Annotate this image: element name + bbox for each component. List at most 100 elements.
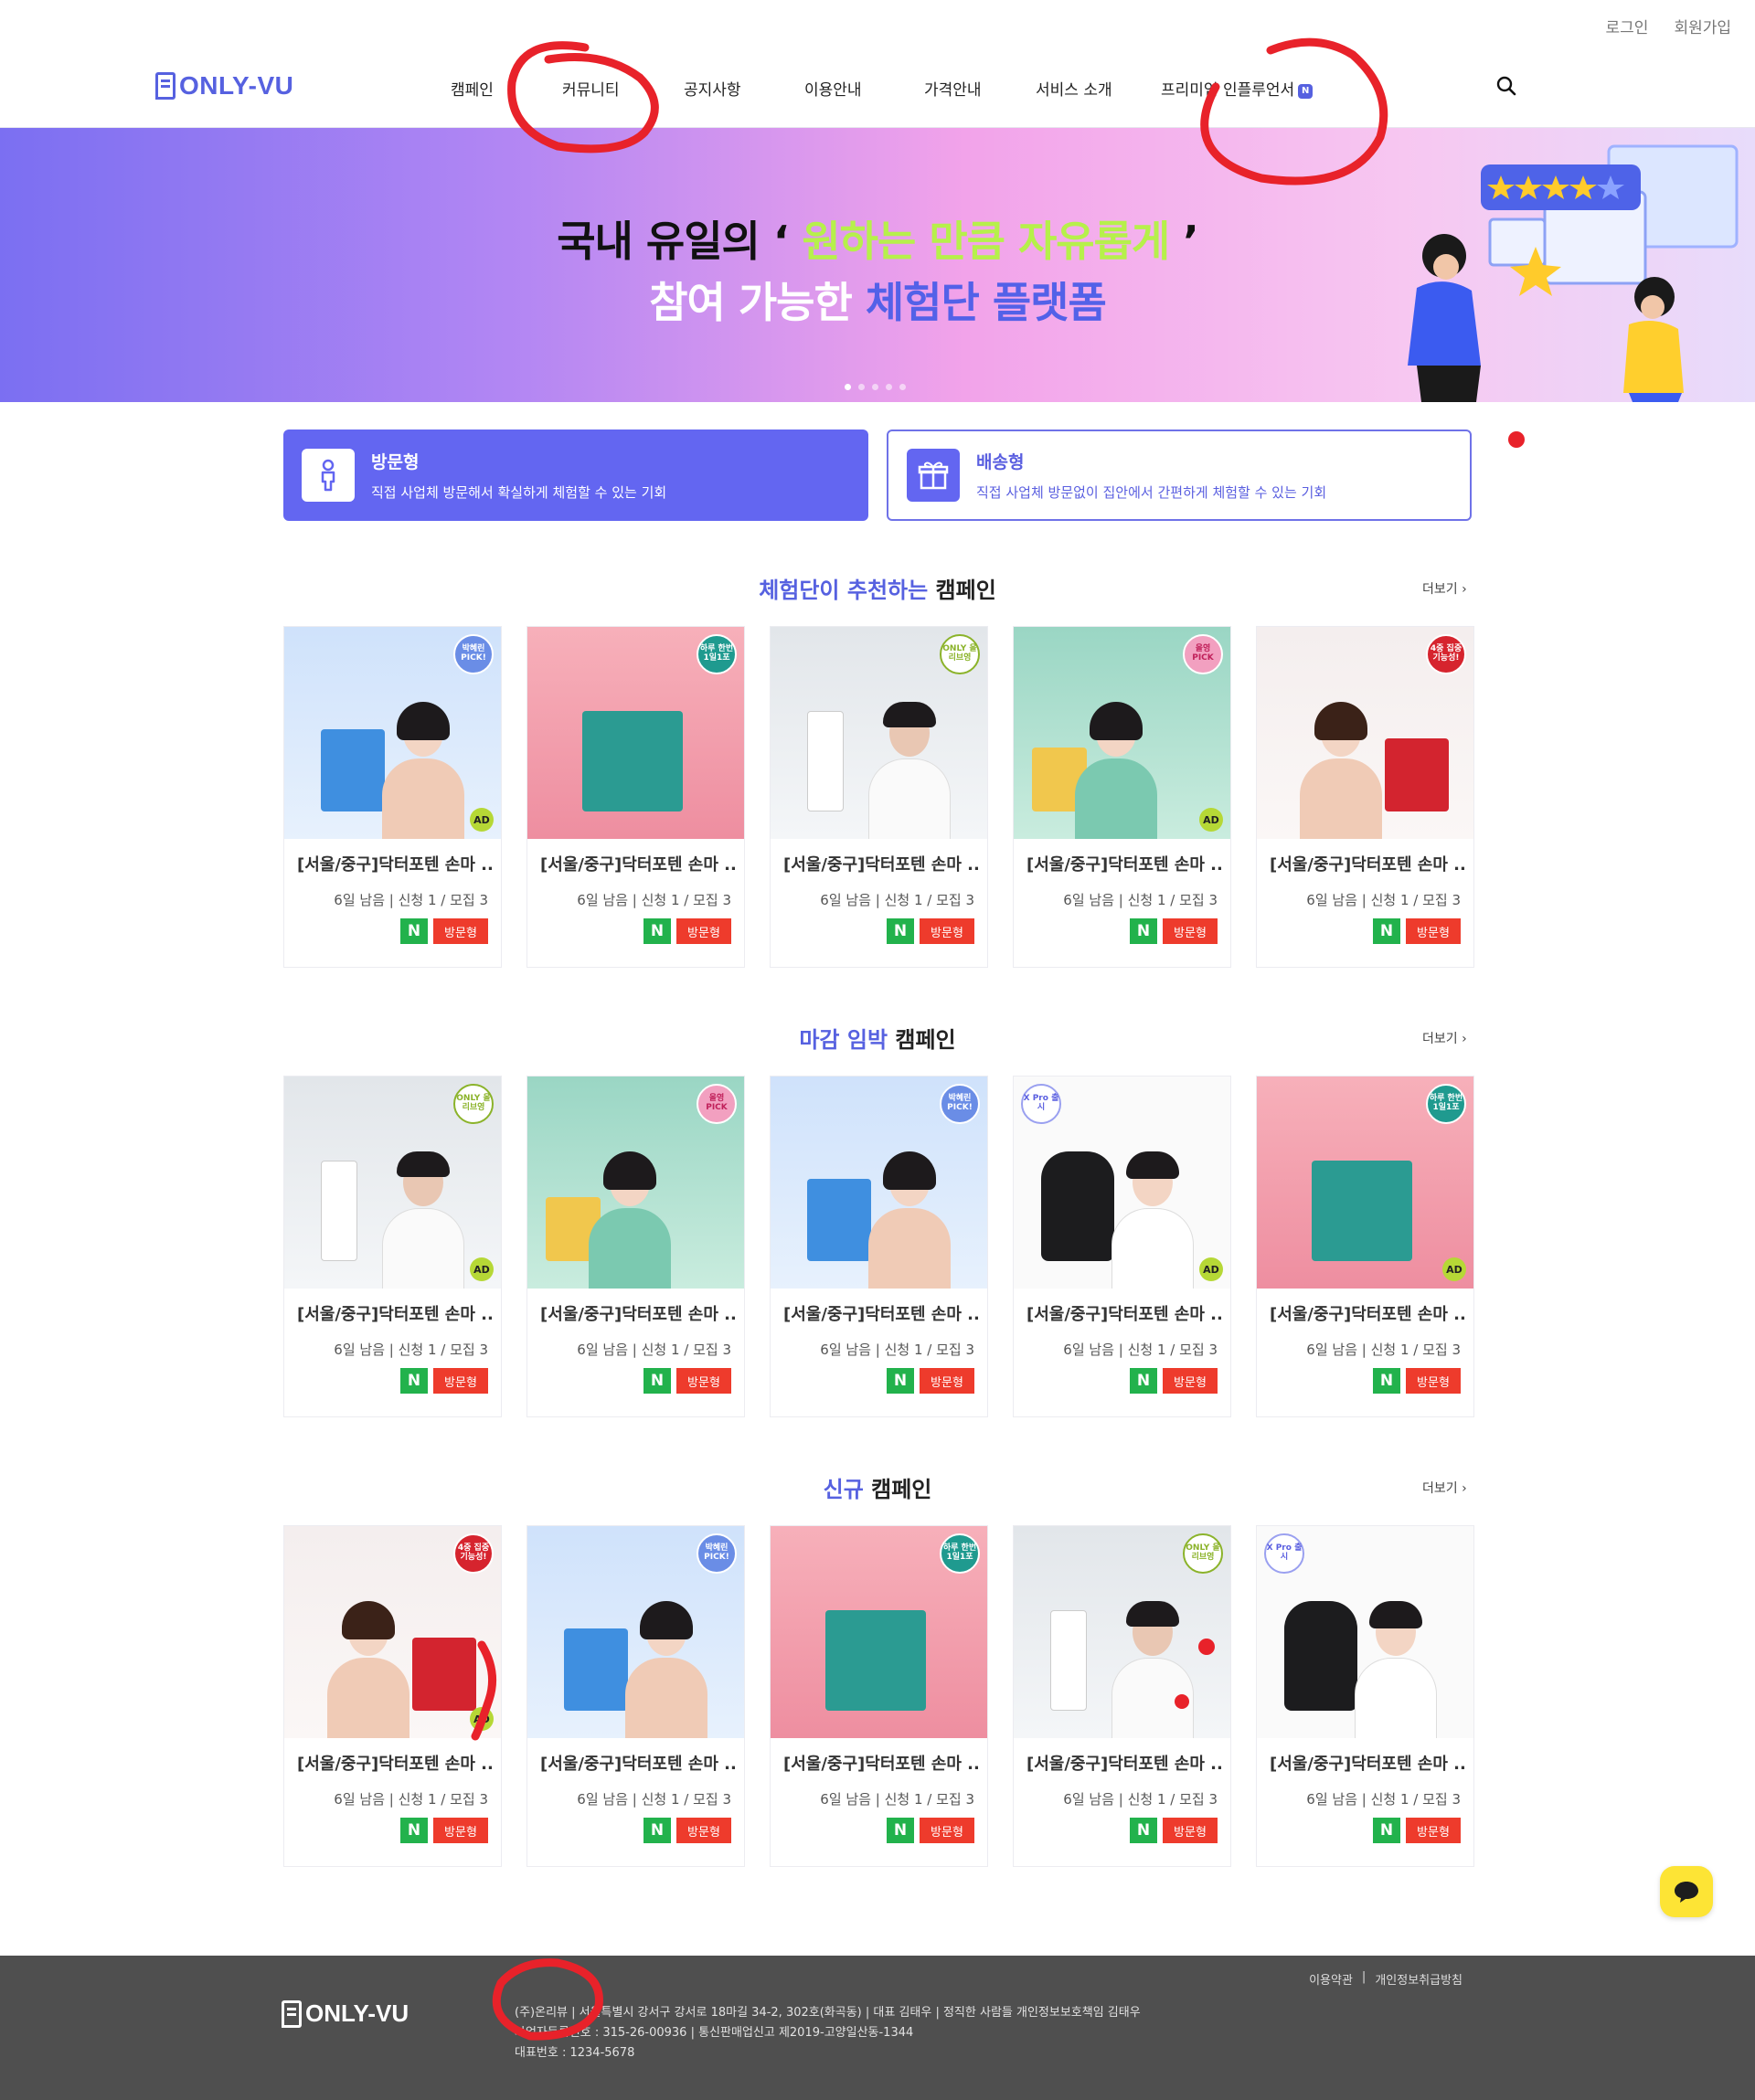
more-link[interactable]: 더보기 › [1422, 1479, 1467, 1497]
campaign-card[interactable]: 하루 한번 1일1포 [서울/중구]닥터포텐 손마 .. 6일 남음 | 신청 … [526, 626, 745, 968]
campaign-thumbnail: 올영 PICK AD [1014, 627, 1230, 839]
carousel-dot[interactable] [886, 384, 892, 390]
section-title-recommended: 체험단이 추천하는 캠페인 [0, 572, 1755, 604]
campaign-card[interactable]: 올영 PICK AD [서울/중구]닥터포텐 손마 .. 6일 남음 | 신청 … [1013, 626, 1231, 968]
campaign-thumbnail: 4중 집중 기능성! AD [284, 1526, 501, 1738]
nav-campaign[interactable]: 캠페인 [451, 77, 494, 100]
section-title-new: 신규 캠페인 [0, 1471, 1755, 1503]
campaign-tags: N 방문형 [1257, 909, 1473, 944]
campaign-card[interactable]: 박혜린 PICK! [서울/중구]닥터포텐 손마 .. 6일 남음 | 신청 1… [526, 1525, 745, 1867]
campaign-title: [서울/중구]닥터포텐 손마 .. [297, 1755, 494, 1774]
carousel-dot[interactable] [858, 384, 865, 390]
campaign-card[interactable]: 박혜린 PICK! [서울/중구]닥터포텐 손마 .. 6일 남음 | 신청 1… [770, 1076, 988, 1417]
visit-tag: 방문형 [676, 918, 731, 944]
promo-badge: ONLY 올리브영 [453, 1084, 494, 1124]
campaign-card[interactable]: X Pro 출시 AD [서울/중구]닥터포텐 손마 .. 6일 남음 | 신청… [1013, 1076, 1231, 1417]
model-image [859, 1151, 960, 1289]
hero-banner[interactable]: 국내 유일의 ‘ 원하는 만큼 자유롭게 ’ 참여 가능한 체험단 플랫폼 [0, 128, 1755, 402]
campaign-card[interactable]: 4중 집중 기능성! AD [서울/중구]닥터포텐 손마 .. 6일 남음 | … [283, 1525, 502, 1867]
campaign-title: [서울/중구]닥터포텐 손마 .. [1270, 855, 1466, 875]
carousel-dot[interactable] [872, 384, 878, 390]
promo-badge: ONLY 올리브영 [1183, 1533, 1223, 1574]
visit-tag: 방문형 [1163, 1818, 1218, 1843]
naver-tag: N [887, 1818, 914, 1843]
carousel-dot[interactable] [845, 384, 851, 390]
model-image [373, 702, 473, 839]
campaign-thumbnail: 하루 한번 1일1포 [771, 1526, 987, 1738]
logo-icon [282, 1999, 302, 2028]
visit-tag: 방문형 [920, 918, 974, 944]
campaign-tags: N 방문형 [284, 1359, 501, 1394]
carousel-dot[interactable] [899, 384, 906, 390]
campaign-card[interactable]: 4중 집중 기능성! [서울/중구]닥터포텐 손마 .. 6일 남음 | 신청 … [1256, 626, 1474, 968]
footer-logo[interactable]: ONLY-VU [282, 1999, 409, 2028]
campaign-title: [서울/중구]닥터포텐 손마 .. [297, 1305, 494, 1324]
campaign-title: [서울/중구]닥터포텐 손마 .. [540, 855, 737, 875]
naver-tag: N [887, 918, 914, 944]
privacy-link[interactable]: 개인정보취급방침 [1375, 1970, 1462, 1988]
promo-badge: X Pro 출시 [1264, 1533, 1304, 1574]
nav-pricing[interactable]: 가격안내 [924, 77, 982, 100]
model-image [580, 1151, 680, 1289]
campaign-meta: 6일 남음 | 신청 1 / 모집 3 [334, 892, 488, 908]
promo-badge: 하루 한번 1일1포 [940, 1533, 980, 1574]
naver-tag: N [1373, 1368, 1400, 1394]
visit-tag: 방문형 [676, 1368, 731, 1394]
naver-tag: N [400, 918, 428, 944]
product-box [582, 711, 683, 811]
visit-type-card[interactable]: 방문형 직접 사업체 방문해서 확실하게 체험할 수 있는 기회 [283, 430, 868, 521]
nav-premium-influencer[interactable]: 프리미엄 인플루언서 N [1161, 77, 1314, 100]
hero-sub-highlight: 체험단 플랫폼 [865, 278, 1107, 327]
section-title-accent: 신규 [823, 1477, 864, 1502]
campaign-tags: N 방문형 [1014, 1808, 1230, 1843]
product-box [1312, 1161, 1412, 1261]
chat-icon [1675, 1882, 1698, 1903]
section-title-rest: 캠페인 [928, 578, 996, 603]
nav-premium-label: 프리미엄 인플루언서 [1161, 81, 1295, 100]
campaign-tags: N 방문형 [1257, 1359, 1473, 1394]
more-link[interactable]: 더보기 › [1422, 1029, 1467, 1047]
campaign-card[interactable]: ONLY 올리브영 [서울/중구]닥터포텐 손마 .. 6일 남음 | 신청 1… [1013, 1525, 1231, 1867]
gift-icon [907, 449, 960, 502]
naver-tag: N [400, 1368, 428, 1394]
campaign-tags: N 방문형 [527, 1359, 744, 1394]
campaign-thumbnail: ONLY 올리브영 [1014, 1526, 1230, 1738]
campaign-thumbnail: 4중 집중 기능성! [1257, 627, 1473, 839]
campaign-tags: N 방문형 [771, 1359, 987, 1394]
product-box [321, 1161, 357, 1261]
nav-community[interactable]: 커뮤니티 [562, 77, 620, 100]
nav-notice[interactable]: 공지사항 [684, 77, 741, 100]
campaign-meta: 6일 남음 | 신청 1 / 모집 3 [1063, 1791, 1218, 1808]
campaign-meta: 6일 남음 | 신청 1 / 모집 3 [1306, 1342, 1461, 1358]
visit-tag: 방문형 [920, 1368, 974, 1394]
carousel-dots [845, 384, 906, 390]
delivery-type-card[interactable]: 배송형 직접 사업체 방문없이 집안에서 간편하게 체험할 수 있는 기회 [887, 430, 1472, 521]
campaign-card[interactable]: 하루 한번 1일1포 AD [서울/중구]닥터포텐 손마 .. 6일 남음 | … [1256, 1076, 1474, 1417]
naver-tag: N [1130, 1368, 1157, 1394]
campaign-card[interactable]: 박혜린 PICK! AD [서울/중구]닥터포텐 손마 .. 6일 남음 | 신… [283, 626, 502, 968]
search-icon[interactable] [1495, 75, 1517, 97]
campaign-card[interactable]: ONLY 올리브영 AD [서울/중구]닥터포텐 손마 .. 6일 남음 | 신… [283, 1076, 502, 1417]
visit-tag: 방문형 [433, 1368, 488, 1394]
campaign-card[interactable]: 하루 한번 1일1포 [서울/중구]닥터포텐 손마 .. 6일 남음 | 신청 … [770, 1525, 988, 1867]
more-link[interactable]: 더보기 › [1422, 579, 1467, 598]
terms-link[interactable]: 이용약관 [1309, 1970, 1353, 1988]
campaign-thumbnail: 박혜린 PICK! [771, 1077, 987, 1289]
campaign-card[interactable]: ONLY 올리브영 [서울/중구]닥터포텐 손마 .. 6일 남음 | 신청 1… [770, 626, 988, 968]
nav-service[interactable]: 서비스 소개 [1036, 77, 1112, 100]
campaign-thumbnail: X Pro 출시 [1257, 1526, 1473, 1738]
visit-tag: 방문형 [1406, 918, 1461, 944]
campaign-meta: 6일 남음 | 신청 1 / 모집 3 [577, 1342, 731, 1358]
chat-button[interactable] [1660, 1866, 1713, 1917]
campaign-card[interactable]: X Pro 출시 [서울/중구]닥터포텐 손마 .. 6일 남음 | 신청 1 … [1256, 1525, 1474, 1867]
header: ONLY-VU 캠페인 커뮤니티 공지사항 이용안내 가격안내 서비스 소개 프… [0, 55, 1755, 128]
campaign-card[interactable]: 올영 PICK [서울/중구]닥터포텐 손마 .. 6일 남음 | 신청 1 /… [526, 1076, 745, 1417]
nav-guide[interactable]: 이용안내 [804, 77, 862, 100]
visit-tag: 방문형 [1406, 1368, 1461, 1394]
login-link[interactable]: 로그인 [1606, 15, 1649, 37]
signup-link[interactable]: 회원가입 [1674, 15, 1731, 37]
campaign-title: [서울/중구]닥터포텐 손마 .. [1270, 1755, 1466, 1774]
visit-tag: 방문형 [676, 1818, 731, 1843]
campaign-tags: N 방문형 [284, 909, 501, 944]
campaign-tags: N 방문형 [771, 909, 987, 944]
